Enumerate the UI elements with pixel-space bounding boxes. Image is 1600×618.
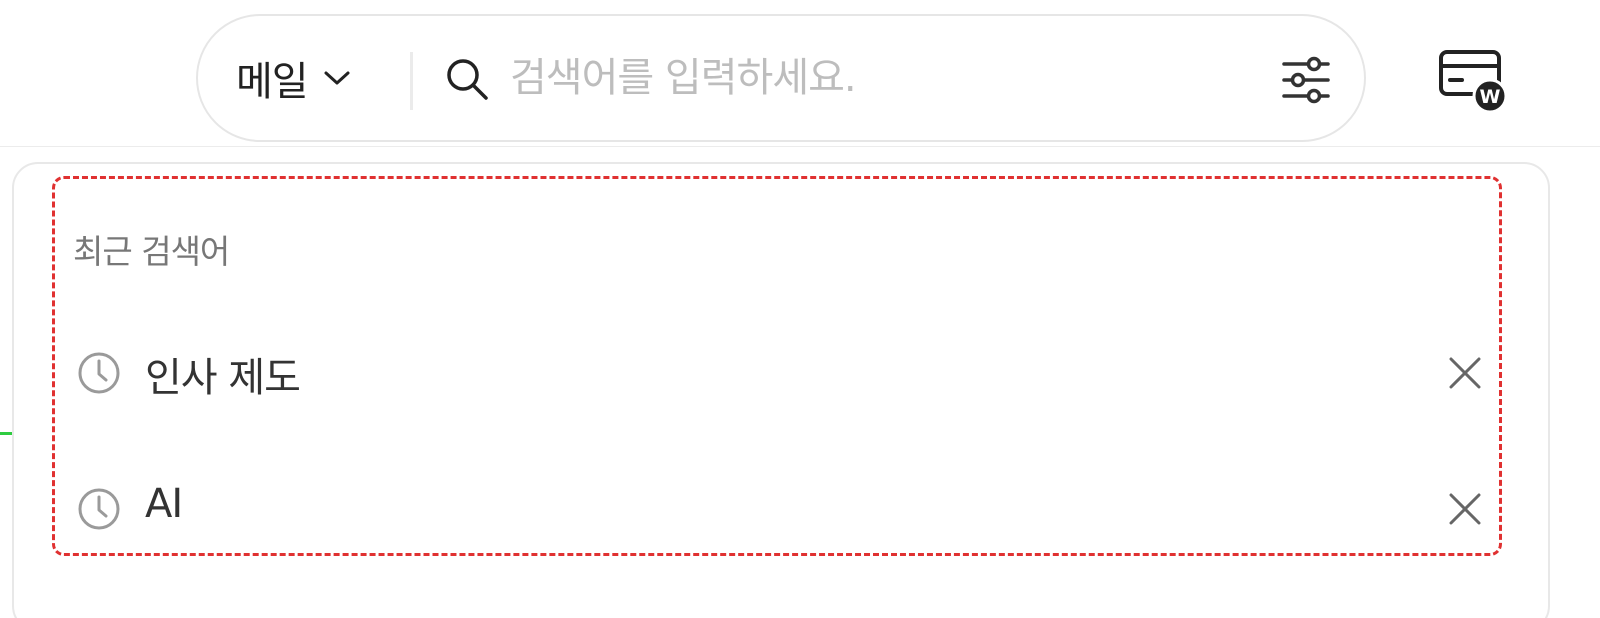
recent-searches-section: 최근 검색어 인사 제도 AI xyxy=(52,176,1502,556)
wallet-card-icon[interactable]: W xyxy=(1436,46,1512,116)
background-accent-line xyxy=(0,432,12,435)
recent-search-label: AI xyxy=(145,481,183,527)
recent-search-item[interactable]: 인사 제도 xyxy=(55,333,1499,413)
svg-text:W: W xyxy=(1480,86,1501,108)
page: 메일 W 최근 검색어 xyxy=(0,0,1600,618)
search-bar-separator xyxy=(410,52,413,110)
clock-icon xyxy=(78,488,120,530)
clock-icon xyxy=(78,352,120,394)
sliders-filter-icon[interactable] xyxy=(1280,54,1332,106)
header-divider xyxy=(0,146,1600,147)
search-input[interactable] xyxy=(510,46,1230,110)
search-scope-dropdown[interactable]: 메일 xyxy=(236,16,352,140)
search-scope-label: 메일 xyxy=(236,59,309,105)
recent-search-label: 인사 제도 xyxy=(145,355,301,401)
close-icon[interactable] xyxy=(1445,489,1485,529)
search-bar: 메일 xyxy=(196,14,1366,142)
close-icon[interactable] xyxy=(1445,353,1485,393)
search-icon xyxy=(447,59,488,100)
recent-searches-title: 최근 검색어 xyxy=(73,232,230,271)
chevron-down-icon xyxy=(324,71,350,85)
search-suggestions-dropdown: 최근 검색어 인사 제도 AI xyxy=(12,162,1550,618)
recent-search-item[interactable]: AI xyxy=(55,469,1499,549)
